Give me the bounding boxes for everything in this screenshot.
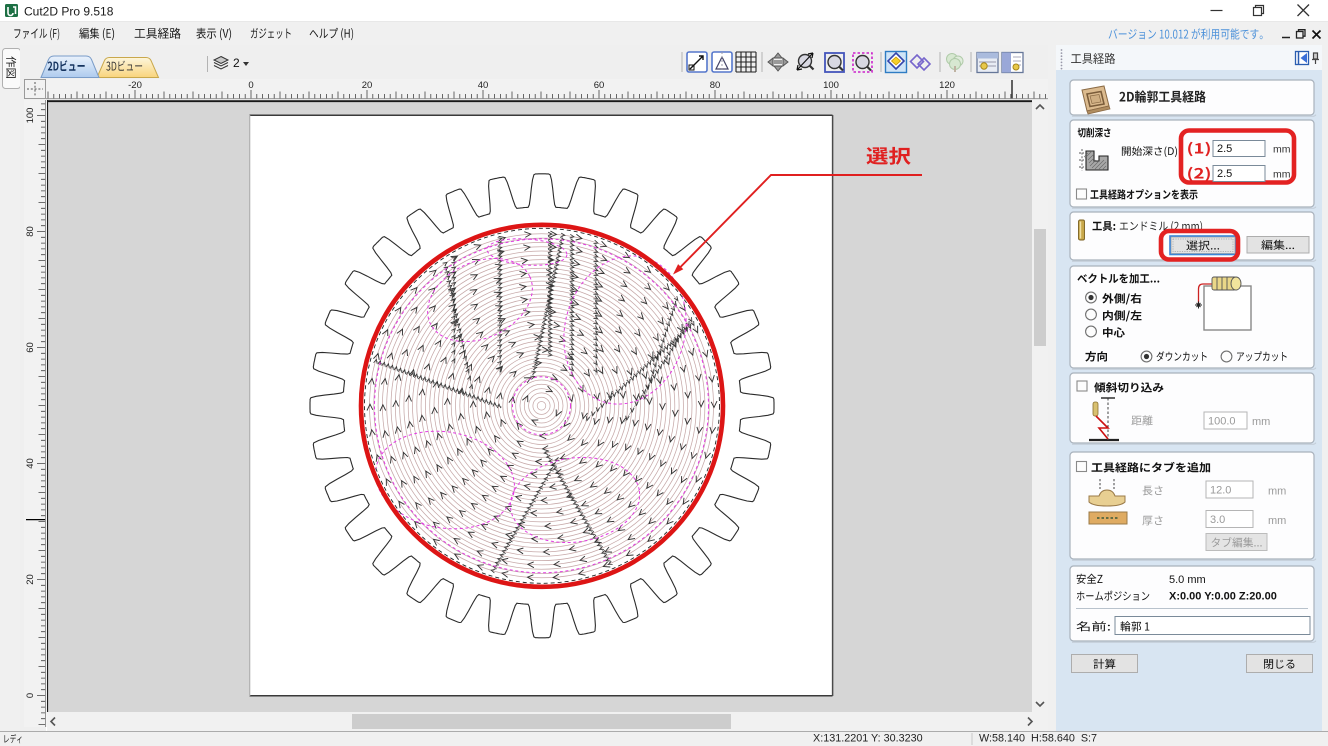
svg-text:100: 100 — [25, 108, 36, 124]
svg-text:2.5: 2.5 — [1217, 143, 1232, 155]
svg-text:20: 20 — [25, 574, 36, 585]
svg-text:2: 2 — [233, 56, 240, 70]
svg-text:W:58.140 H:58.640 S:7: W:58.140 H:58.640 S:7 — [979, 733, 1097, 745]
svg-text:3.0: 3.0 — [1210, 514, 1225, 526]
svg-text:120: 120 — [939, 80, 955, 91]
svg-text:60: 60 — [594, 80, 605, 91]
svg-text:60: 60 — [25, 342, 36, 353]
svg-text:-20: -20 — [128, 80, 142, 91]
svg-text:X:131.2201 Y: 30.3230: X:131.2201 Y: 30.3230 — [813, 733, 923, 745]
svg-text:5.0 mm: 5.0 mm — [1169, 574, 1206, 586]
svg-text:40: 40 — [25, 458, 36, 469]
svg-text:X:0.00 Y:0.00 Z:20.00: X:0.00 Y:0.00 Z:20.00 — [1169, 591, 1277, 603]
svg-text:mm: mm — [1268, 486, 1286, 498]
svg-text:2.5: 2.5 — [1217, 168, 1232, 180]
svg-text:80: 80 — [710, 80, 721, 91]
svg-text:mm: mm — [1268, 515, 1286, 527]
svg-text:0: 0 — [248, 80, 253, 91]
svg-text:mm: mm — [1252, 416, 1270, 428]
svg-text:mm: mm — [1273, 144, 1291, 156]
svg-text:Cut2D Pro 9.518: Cut2D Pro 9.518 — [24, 5, 114, 19]
svg-text:12.0: 12.0 — [1210, 485, 1231, 497]
svg-text:mm: mm — [1273, 169, 1291, 181]
svg-text:100: 100 — [823, 80, 839, 91]
svg-text:40: 40 — [478, 80, 489, 91]
svg-text:100.0: 100.0 — [1208, 416, 1236, 428]
svg-text:0: 0 — [25, 693, 36, 698]
svg-text:20: 20 — [362, 80, 373, 91]
svg-text:80: 80 — [25, 226, 36, 237]
